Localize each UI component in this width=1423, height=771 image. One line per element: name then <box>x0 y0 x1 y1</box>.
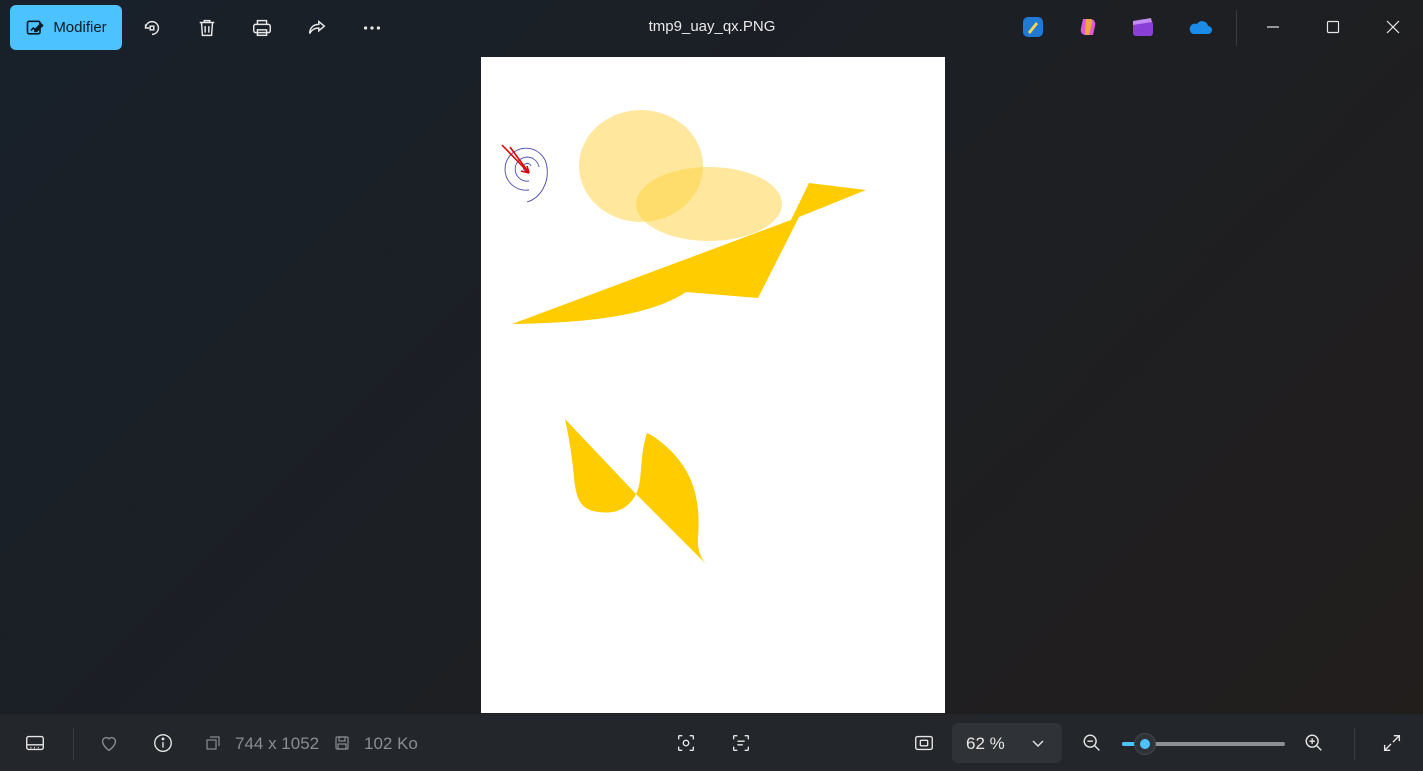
lower-ellipse <box>636 167 782 241</box>
image-canvas[interactable] <box>481 57 945 713</box>
rotate-button[interactable] <box>131 7 173 49</box>
copilot-app-icon[interactable] <box>1077 15 1101 39</box>
file-size: 102 Ko <box>364 734 418 753</box>
filmstrip-icon <box>24 732 46 754</box>
more-icon <box>361 17 383 39</box>
delete-icon <box>196 17 218 39</box>
status-separator <box>73 728 74 760</box>
info-icon <box>152 732 174 754</box>
title-separator <box>1236 10 1237 46</box>
disk-icon <box>334 735 350 751</box>
favorite-icon <box>98 732 120 754</box>
close-button[interactable] <box>1373 8 1413 46</box>
window-title: tmp9_uay_qx.PNG <box>648 18 776 35</box>
print-button[interactable] <box>241 7 283 49</box>
fullscreen-icon <box>1381 732 1403 754</box>
delete-button[interactable] <box>186 7 228 49</box>
chevron-down-icon <box>1030 735 1046 751</box>
image-dimensions: 744 x 1052 <box>235 734 320 753</box>
share-icon <box>306 17 328 39</box>
edit-button-label: Modifier <box>53 19 107 36</box>
fullscreen-button[interactable] <box>1377 728 1407 758</box>
maximize-button[interactable] <box>1313 8 1353 46</box>
resolution-icon <box>205 735 221 751</box>
zoom-slider-thumb[interactable] <box>1135 734 1155 754</box>
visual-search-icon <box>675 732 697 754</box>
more-button[interactable] <box>351 7 393 49</box>
onedrive-icon[interactable] <box>1186 15 1212 39</box>
clipchamp-app-icon[interactable] <box>1131 15 1155 39</box>
zoom-out-button[interactable] <box>1077 728 1107 758</box>
edit-image-icon <box>25 18 45 38</box>
zoom-in-icon <box>1303 732 1325 754</box>
minimize-icon <box>1266 20 1280 34</box>
zoom-level-dropdown[interactable]: 62 % <box>952 723 1062 763</box>
print-icon <box>251 17 273 39</box>
zoom-in-button[interactable] <box>1299 728 1329 758</box>
info-button[interactable] <box>148 728 178 758</box>
minimize-button[interactable] <box>1253 8 1293 46</box>
text-scan-button[interactable] <box>726 728 756 758</box>
fit-to-window-button[interactable] <box>909 728 939 758</box>
title-bar: Modifier tmp9_uay_qx.PNG <box>0 0 1423 56</box>
status-bar: 744 x 1052 102 Ko 62 % <box>0 714 1423 771</box>
edit-button[interactable]: Modifier <box>10 5 122 50</box>
displayed-image <box>501 110 866 565</box>
text-scan-icon <box>730 732 752 754</box>
status-separator-right <box>1354 728 1355 760</box>
filmstrip-button[interactable] <box>20 728 50 758</box>
yellow-bowtie-shape <box>565 419 707 565</box>
paint-app-icon[interactable] <box>1021 15 1045 39</box>
share-button[interactable] <box>296 7 338 49</box>
maximize-icon <box>1326 20 1340 34</box>
close-icon <box>1386 20 1400 34</box>
rotate-icon <box>141 17 163 39</box>
favorite-button[interactable] <box>94 728 124 758</box>
fit-to-window-icon <box>913 732 935 754</box>
zoom-level-value: 62 % <box>966 734 1005 753</box>
spiral-target <box>504 147 548 203</box>
visual-search-button[interactable] <box>671 728 701 758</box>
zoom-out-icon <box>1081 732 1103 754</box>
zoom-slider[interactable] <box>1122 734 1285 754</box>
